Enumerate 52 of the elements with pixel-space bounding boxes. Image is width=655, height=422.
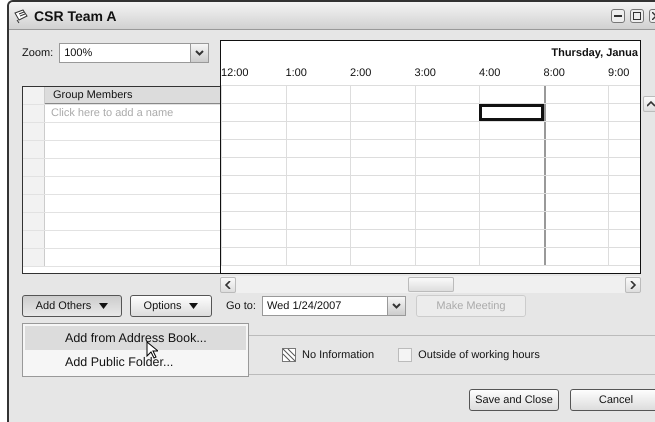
row-header-cell	[23, 105, 45, 122]
time-label: 3:00	[414, 67, 436, 79]
goto-date-dropdown[interactable]: Wed 1/24/2007	[262, 296, 406, 316]
hatched-swatch-icon	[282, 348, 296, 362]
menu-item[interactable]: Add from Address Book...	[25, 326, 246, 350]
zoom-dropdown[interactable]: 100%	[59, 43, 210, 63]
row-header-cell	[23, 249, 45, 266]
row-header-cell	[23, 87, 45, 104]
goto-label: Go to:	[226, 300, 256, 312]
scroll-right-button[interactable]	[625, 276, 641, 292]
column-header: Group Members	[45, 87, 220, 104]
time-label: 8:00	[544, 67, 565, 79]
maximize-button[interactable]	[630, 8, 644, 22]
row-header-cell	[23, 123, 45, 140]
row-header-cell	[23, 195, 45, 212]
time-label: 2:00	[350, 67, 372, 79]
minimize-button[interactable]	[611, 8, 625, 22]
time-label: 1:00	[286, 67, 307, 79]
chevron-up-icon	[647, 100, 655, 108]
save-and-close-button[interactable]: Save and Close	[469, 389, 559, 411]
chevron-right-icon	[629, 280, 637, 288]
date-header: Thursday, Janua	[551, 47, 638, 59]
minimize-icon	[614, 14, 622, 16]
chevron-down-icon	[195, 50, 204, 56]
row-header-cell	[23, 231, 45, 248]
time-label: 4:00	[479, 67, 500, 79]
outside-hours-swatch	[398, 348, 412, 362]
meeting-icon	[13, 8, 29, 24]
row-header-cell	[23, 177, 45, 194]
row-header-cell	[23, 159, 45, 176]
row-header-cell	[23, 213, 45, 230]
row-header-cell	[23, 141, 45, 158]
scroll-left-button[interactable]	[220, 276, 236, 292]
time-label: 12:00	[221, 67, 249, 79]
scroll-up-button[interactable]	[643, 96, 655, 112]
selected-time-cell[interactable]	[479, 104, 544, 121]
mouse-cursor-icon	[146, 341, 158, 359]
options-button[interactable]: Options	[130, 295, 212, 317]
cancel-button[interactable]: Cancel	[570, 389, 655, 411]
time-label: 9:00	[608, 67, 630, 79]
horizontal-scrollbar[interactable]	[220, 276, 641, 293]
chevron-down-icon	[392, 303, 401, 309]
caret-icon	[189, 303, 198, 309]
chevron-left-icon	[224, 280, 232, 288]
window-title: CSR Team A	[34, 8, 118, 24]
zoom-label: Zoom:	[22, 46, 54, 61]
maximize-icon	[633, 12, 641, 20]
legend-label: Outside of working hours	[418, 349, 540, 361]
scroll-thumb[interactable]	[408, 277, 454, 292]
caret-icon	[99, 303, 108, 309]
add-others-button[interactable]: Add Others	[22, 295, 122, 317]
legend-label: No Information	[302, 349, 374, 361]
